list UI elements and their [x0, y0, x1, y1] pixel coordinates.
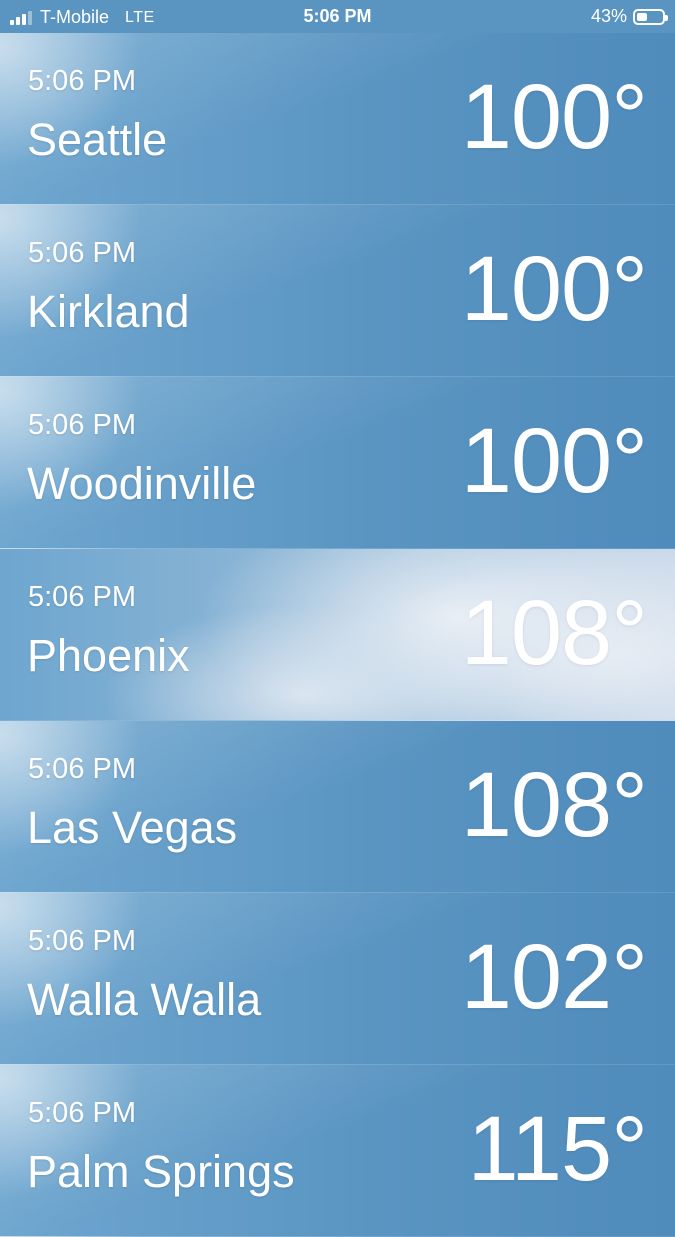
city-list: 5:06 PM Seattle 100° 5:06 PM Kirkland 10… — [0, 33, 675, 1237]
city-name: Phoenix — [27, 630, 190, 681]
city-row-kirkland[interactable]: 5:06 PM Kirkland 100° — [0, 205, 675, 377]
city-temperature: 100° — [460, 238, 648, 340]
city-temperature: 108° — [460, 582, 648, 684]
city-row-palm-springs[interactable]: 5:06 PM Palm Springs 115° — [0, 1065, 675, 1237]
city-temperature: 100° — [460, 410, 648, 512]
city-local-time: 5:06 PM — [28, 925, 136, 957]
city-temperature: 115° — [467, 1098, 648, 1200]
city-name: Las Vegas — [27, 802, 238, 853]
city-temperature: 100° — [460, 66, 648, 168]
city-row-las-vegas[interactable]: 5:06 PM Las Vegas 108° — [0, 721, 675, 893]
city-local-time: 5:06 PM — [28, 1097, 136, 1129]
status-bar: T-Mobile LTE 5:06 PM 43% — [0, 0, 675, 34]
battery-level-fill — [637, 12, 648, 21]
city-name: Woodinville — [27, 458, 257, 509]
city-name: Kirkland — [27, 286, 190, 337]
city-local-time: 5:06 PM — [28, 237, 136, 269]
battery-icon — [633, 8, 668, 25]
city-name: Walla Walla — [27, 974, 262, 1025]
city-name: Seattle — [27, 114, 168, 165]
city-local-time: 5:06 PM — [28, 753, 136, 785]
battery-percent: 43% — [590, 6, 627, 26]
status-time: 5:06 PM — [303, 6, 372, 26]
city-row-seattle[interactable]: 5:06 PM Seattle 100° — [0, 33, 675, 205]
city-row-woodinville[interactable]: 5:06 PM Woodinville 100° — [0, 377, 675, 549]
status-right: 43% — [590, 6, 668, 27]
city-local-time: 5:06 PM — [28, 409, 136, 441]
city-temperature: 102° — [460, 926, 648, 1028]
city-name: Palm Springs — [27, 1146, 295, 1197]
city-local-time: 5:06 PM — [28, 581, 136, 613]
city-temperature: 108° — [460, 754, 648, 856]
city-row-phoenix[interactable]: 5:06 PM Phoenix 108° — [0, 549, 675, 721]
city-row-walla-walla[interactable]: 5:06 PM Walla Walla 102° — [0, 893, 675, 1065]
city-local-time: 5:06 PM — [28, 65, 136, 97]
